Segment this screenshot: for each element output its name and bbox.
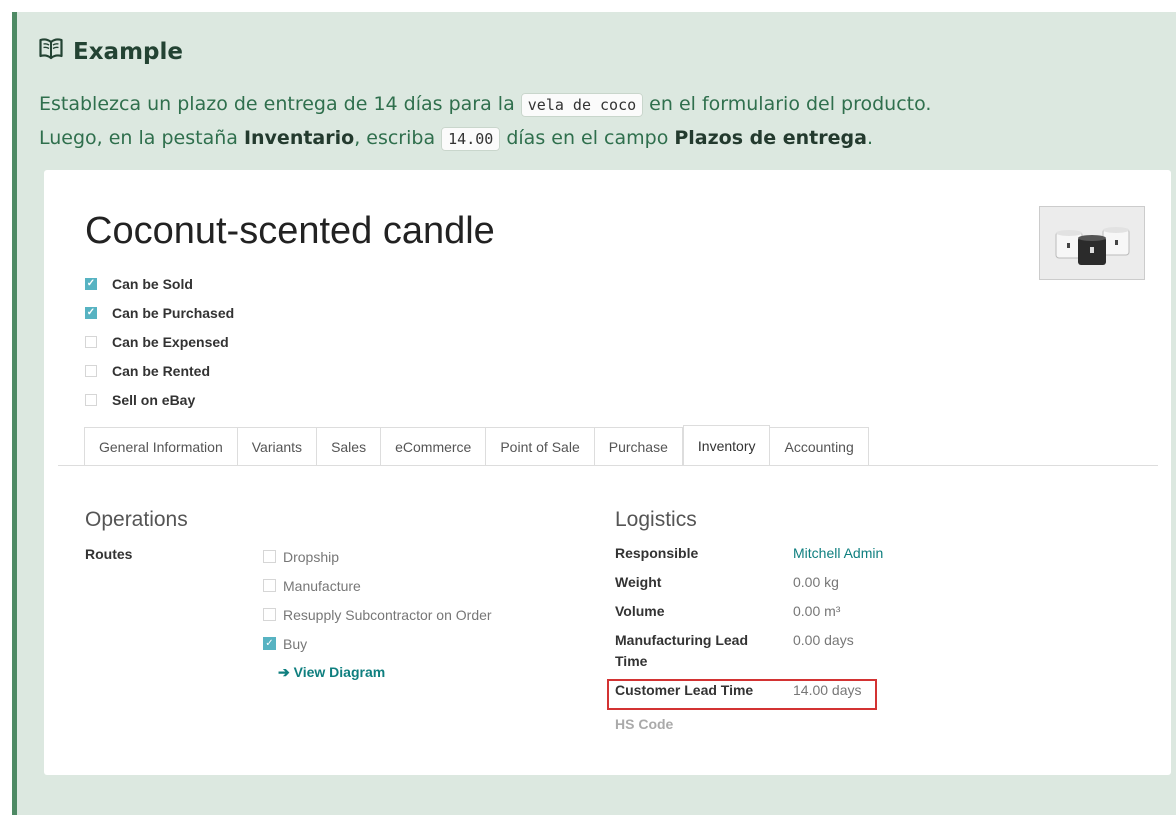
product-option[interactable]: Can be Expensed bbox=[85, 327, 234, 356]
weight-row: Weight 0.00 kg bbox=[615, 572, 883, 601]
tab-variants[interactable]: Variants bbox=[237, 427, 318, 465]
routes-label: Routes bbox=[85, 546, 133, 562]
checkbox-icon[interactable] bbox=[85, 335, 97, 348]
route-label: Resupply Subcontractor on Order bbox=[283, 606, 492, 623]
tab-accounting[interactable]: Accounting bbox=[770, 427, 869, 465]
text-segment: días en el campo bbox=[500, 127, 675, 149]
manufacturing-lead-time-row: Manufacturing Lead Time 0.00 days bbox=[615, 630, 883, 680]
product-option-label: Can be Rented bbox=[112, 362, 211, 379]
hs-code-label: HS Code bbox=[615, 716, 674, 732]
admonition-line-1: Establezca un plazo de entrega de 14 día… bbox=[39, 88, 1159, 122]
checkbox-icon[interactable] bbox=[263, 608, 276, 621]
tab-strip: General Information Variants Sales eCommerc… bbox=[84, 425, 869, 465]
admonition-body: Establezca un plazo de entrega de 14 día… bbox=[39, 88, 1159, 156]
customer-lead-time-highlight bbox=[607, 679, 877, 710]
tab-purchase[interactable]: Purchase bbox=[594, 427, 683, 465]
product-option[interactable]: ✓ Can be Sold bbox=[85, 269, 234, 298]
text-segment: . bbox=[866, 127, 873, 149]
text-segment: Luego, en la pestaña bbox=[39, 127, 244, 149]
manufacturing-lead-time-value[interactable]: 0.00 days bbox=[793, 630, 854, 680]
route-label: Manufacture bbox=[283, 577, 361, 594]
product-title[interactable]: Coconut-scented candle bbox=[85, 210, 495, 253]
checkbox-checked-icon[interactable]: ✓ bbox=[85, 277, 97, 290]
book-open-icon bbox=[39, 38, 63, 66]
volume-label: Volume bbox=[615, 603, 665, 619]
inline-code: vela de coco bbox=[520, 93, 644, 117]
admonition-title: Example bbox=[39, 38, 183, 66]
admonition-title-text: Example bbox=[73, 39, 183, 65]
example-admonition: Example Establezca un plazo de entrega d… bbox=[12, 12, 1176, 815]
weight-label: Weight bbox=[615, 574, 662, 590]
product-option-label: Can be Sold bbox=[112, 275, 193, 292]
inline-code: 14.00 bbox=[441, 127, 501, 151]
product-form-screenshot: Coconut-scented candle ✓ Can be Sold ✓ Can … bbox=[44, 170, 1171, 775]
product-option-label: Sell on eBay bbox=[112, 391, 196, 408]
checkbox-checked-icon[interactable]: ✓ bbox=[85, 306, 97, 319]
tab-inventory[interactable]: Inventory bbox=[682, 425, 771, 465]
weight-value[interactable]: 0.00 kg bbox=[793, 572, 839, 601]
product-option[interactable]: ✓ Can be Purchased bbox=[85, 298, 234, 327]
text-segment: , escriba bbox=[354, 127, 442, 149]
product-option[interactable]: Can be Rented bbox=[85, 356, 234, 385]
volume-row: Volume 0.00 m³ bbox=[615, 601, 883, 630]
bold-text: Inventario bbox=[243, 127, 355, 149]
view-diagram-link[interactable]: ➔ View Diagram bbox=[278, 664, 385, 681]
checkbox-icon[interactable] bbox=[85, 364, 97, 377]
responsible-label: Responsible bbox=[615, 545, 699, 561]
bold-text: Plazos de entrega bbox=[674, 127, 867, 149]
product-option-label: Can be Purchased bbox=[112, 304, 235, 321]
checkbox-icon[interactable] bbox=[263, 579, 276, 592]
product-option[interactable]: Sell on eBay bbox=[85, 385, 234, 414]
routes-list: Dropship Manufacture Resupply Subcontracto… bbox=[263, 542, 492, 658]
route-option[interactable]: Dropship bbox=[263, 542, 492, 571]
manufacturing-lead-time-label: Manufacturing Lead Time bbox=[615, 632, 749, 669]
checkbox-checked-icon[interactable]: ✓ bbox=[263, 637, 276, 650]
text-segment: Establezca un plazo de entrega de 14 día… bbox=[39, 93, 521, 115]
responsible-row: Responsible Mitchell Admin bbox=[615, 543, 883, 572]
form-tabs: General Information Variants Sales eCommerc… bbox=[58, 425, 1158, 466]
logistics-title: Logistics bbox=[615, 508, 697, 531]
tab-sales[interactable]: Sales bbox=[317, 427, 382, 465]
route-label: Dropship bbox=[283, 548, 340, 565]
text-segment: en el formulario del producto. bbox=[643, 93, 932, 115]
volume-value[interactable]: 0.00 m³ bbox=[793, 601, 840, 630]
tab-ecommerce[interactable]: eCommerce bbox=[381, 427, 487, 465]
tab-general-information[interactable]: General Information bbox=[84, 427, 238, 465]
operations-title: Operations bbox=[85, 508, 188, 531]
checkbox-icon[interactable] bbox=[263, 550, 276, 563]
route-option[interactable]: ✓ Buy bbox=[263, 629, 492, 658]
candle-product-image[interactable] bbox=[1039, 206, 1145, 280]
tab-point-of-sale[interactable]: Point of Sale bbox=[486, 427, 595, 465]
admonition-line-2: Luego, en la pestaña Inventario, escriba… bbox=[39, 122, 1159, 156]
route-option[interactable]: Resupply Subcontractor on Order bbox=[263, 600, 492, 629]
product-options: ✓ Can be Sold ✓ Can be Purchased Can be Expe… bbox=[85, 269, 234, 414]
route-label: Buy bbox=[283, 635, 308, 652]
product-option-label: Can be Expensed bbox=[112, 333, 229, 350]
checkbox-icon[interactable] bbox=[85, 393, 97, 406]
route-option[interactable]: Manufacture bbox=[263, 571, 492, 600]
responsible-value[interactable]: Mitchell Admin bbox=[793, 543, 883, 572]
